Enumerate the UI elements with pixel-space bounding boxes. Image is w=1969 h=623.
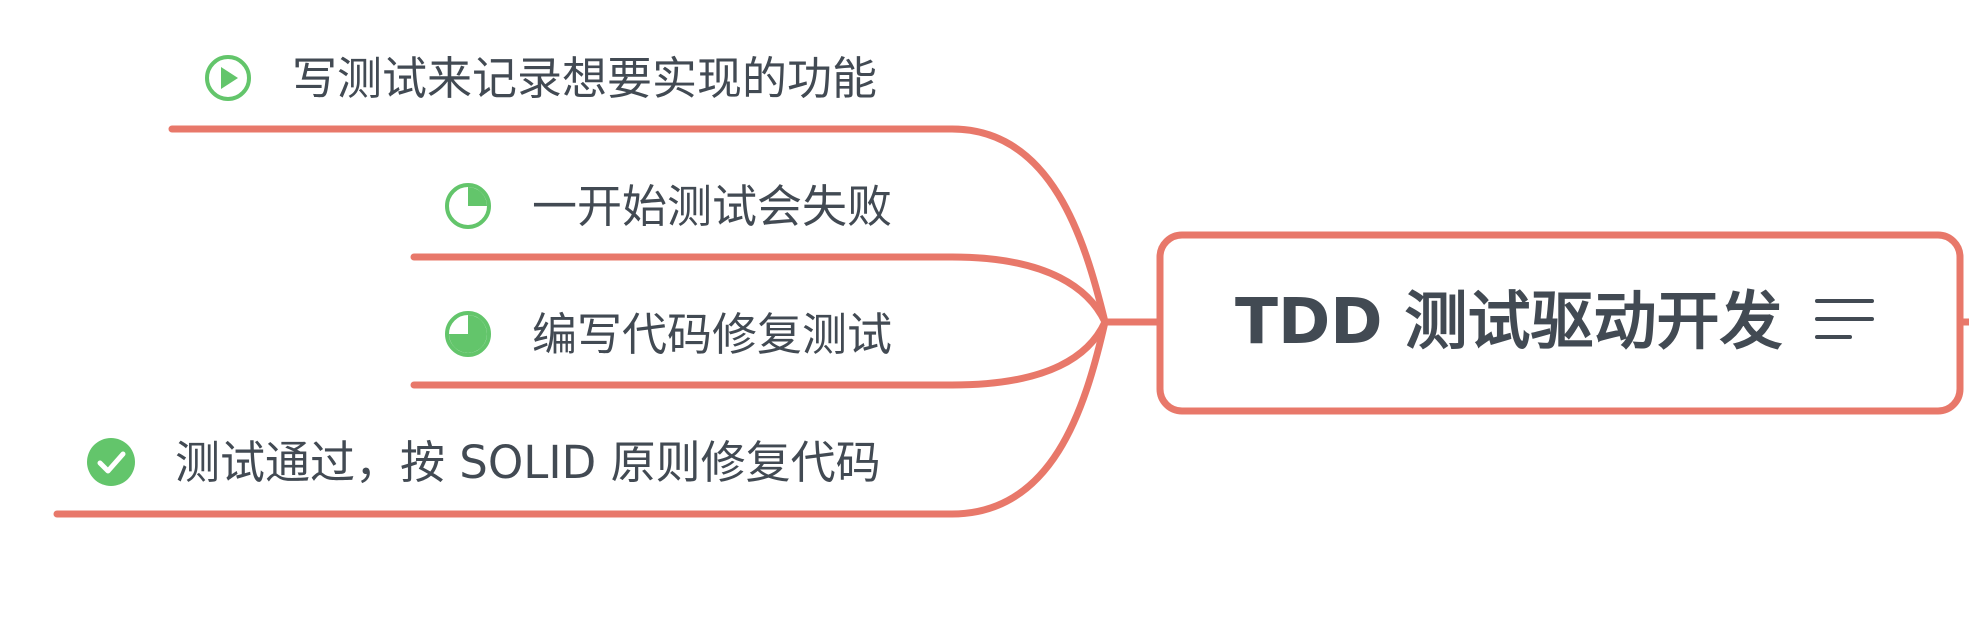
progress-quarter-icon — [445, 183, 491, 229]
central-topic[interactable]: TDD 测试驱动开发 — [1156, 231, 1964, 415]
progress-half-icon — [445, 311, 491, 357]
branch-label-1: 写测试来记录想要实现的功能 — [292, 52, 877, 105]
mind-map-canvas: TDD 测试驱动开发 写测试来记录想要实现的功能 一开始测试会失败 编写代码修复… — [53, 52, 1969, 518]
branch-label-2: 一开始测试会失败 — [532, 180, 892, 233]
branch-topic-2[interactable]: 一开始测试会失败 — [445, 180, 892, 233]
central-topic-title: TDD 测试驱动开发 — [1235, 285, 1783, 358]
play-icon — [205, 55, 251, 101]
branch-label-4: 测试通过，按 SOLID 原则修复代码 — [175, 436, 881, 489]
check-icon — [87, 438, 135, 486]
branch-topic-4[interactable]: 测试通过，按 SOLID 原则修复代码 — [87, 436, 881, 489]
branch-label-3: 编写代码修复测试 — [532, 308, 892, 361]
branch-topic-1[interactable]: 写测试来记录想要实现的功能 — [205, 52, 877, 105]
branch-topic-3[interactable]: 编写代码修复测试 — [445, 308, 892, 361]
